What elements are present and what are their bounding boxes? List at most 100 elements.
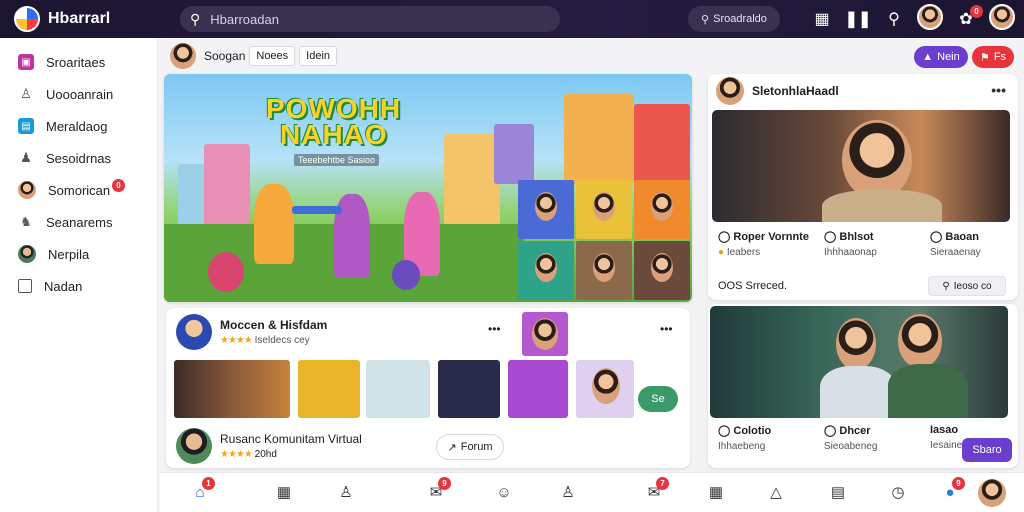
sidebar-item-label: Sroaritaes [46,54,106,70]
more-icon[interactable]: ••• [991,82,1006,98]
nav-badge: 9 [952,477,965,490]
messenger-icon[interactable]: ● 9 [940,477,965,503]
hero-tile[interactable] [576,180,632,239]
chip-1[interactable]: Idein [299,46,338,66]
rating-stars: ★★★★ [220,335,253,346]
stat-sub: Ihhhaaonap [824,247,877,258]
member-name[interactable]: Rusanc Komunitam Virtual [220,432,362,446]
more-icon[interactable]: ••• [660,322,673,336]
stat-title: Roper Vornnte [733,231,809,243]
post-stats: ◯ Colotio Ihhaebeng ◯ Dhcer Sieoabeneg I… [718,424,990,452]
media-thumb[interactable] [366,360,430,418]
avatar [917,3,943,30]
danger-button-label: Fs [993,51,1007,63]
hero-banner[interactable]: POWOHH NAHAO Teeebehtbe Sasioo [164,74,692,302]
media-thumb[interactable] [174,360,290,418]
media-thumb[interactable] [508,360,568,418]
sidebar-item-3[interactable]: ♟ Sesoidrnas [0,142,157,174]
hero-tile[interactable] [518,241,574,300]
bars-icon[interactable]: ❚❚ [840,9,876,29]
photo-icon[interactable]: △ [766,483,786,503]
tag-button[interactable]: ⚲ Ieoso co [928,276,1006,296]
media-thumb[interactable] [576,360,634,418]
stat-title: Bhlsot [839,231,874,243]
share-button[interactable]: Sbaro [962,438,1012,462]
inbox-icon[interactable]: ▤ [828,483,848,503]
media-thumb[interactable] [298,360,360,418]
app-title: Hbarrarl [48,10,111,27]
search-box[interactable]: ⚲ [180,6,560,32]
stat-1: ◯ Bhlsot Ihhhaaonap [824,230,930,258]
top-icons: ▦ ❚❚ ⚲ ✿ 0 [804,0,1020,38]
profile-icon[interactable]: ♙ [336,483,356,503]
sidebar-item-2[interactable]: ▤ Meraldaog [0,110,157,142]
danger-button[interactable]: ⚑ Fs [972,46,1014,68]
avatar [989,3,1015,30]
secondary-search-button[interactable]: ⚲ Sroadraldo [688,6,780,32]
stat-0: ◯ Colotio Ihhaebeng [718,424,824,452]
stat-1: ◯ Dhcer Sieoabeneg [824,424,930,452]
sidebar-item-6[interactable]: Nerpila [0,238,157,270]
sidebar-item-label: Meraldaog [46,118,108,134]
search-icon[interactable]: ⚲ [876,9,912,29]
subbar-user-name: Soogan [204,49,246,63]
user-icon[interactable]: ♙ [558,483,578,503]
search-input[interactable] [210,11,531,27]
top-bar: Hbarrarl ⚲ ⚲ Sroadraldo ▦ ❚❚ ⚲ ✿0 [0,0,1024,38]
notifications-icon[interactable]: ✿ 0 [948,5,984,29]
profile-name[interactable]: SletonhlaHaadl [752,84,839,98]
bookmark-icon [18,279,32,293]
home-icon[interactable]: ⌂ 1 [190,477,215,503]
profile-avatar-button[interactable] [912,3,948,35]
chip-0[interactable]: Noees [249,46,296,66]
clock-icon[interactable]: ◷ [888,483,908,503]
more-icon[interactable]: ••• [488,322,501,336]
hero-tile[interactable] [634,241,690,300]
group-title[interactable]: Moccen & Hisfdam [220,318,327,332]
hero-subtitle: Teeebehtbe Sasioo [294,154,380,166]
flag-icon: ⚑ [979,51,990,64]
hero-tile[interactable] [576,241,632,300]
avatar[interactable] [170,43,196,69]
avatar-icon [18,181,36,199]
group-action-button[interactable]: Se [638,386,678,412]
sidebar-item-5[interactable]: ♞ Seanarems [0,206,157,238]
app-logo[interactable] [14,6,40,32]
sidebar-item-7[interactable]: Nadan [0,270,157,302]
nav-badge: 7 [656,477,669,490]
stat-sub: Ieabers [726,247,761,258]
post-photo[interactable] [710,306,1008,418]
hero-tile[interactable] [634,180,690,239]
thumbs-up-icon: ▲ [922,51,934,63]
stat-sub: Sieraaenay [930,247,981,258]
forum-button[interactable]: ↗ Forum [436,434,504,460]
post-stats: ◯ Roper Vornnte ● Ieabers ◯ Bhlsot Ihhha… [718,230,1018,258]
store-icon[interactable]: ▦ [706,483,726,503]
sidebar-item-4[interactable]: Somorican 0 [0,174,157,206]
post-footer-text: OOS Srreced. [718,280,788,292]
profile-post-header: SletonhlaHaadl ••• [708,74,1018,108]
sidebar-item-1[interactable]: ♙ Uoooanrain [0,78,157,110]
stat-icon: ◯ [930,231,946,243]
notification-badge: 0 [970,5,983,18]
profile-avatar-button[interactable] [978,479,1006,507]
member-avatar[interactable] [176,428,212,464]
stat-sub: Sieoabeneg [824,441,878,452]
calendar-icon[interactable]: ▦ [274,483,294,503]
account-avatar-button[interactable] [984,3,1020,35]
avatar[interactable] [716,77,744,105]
stat-title: Colotio [733,425,772,437]
chat-icon[interactable]: ✉ 9 [426,477,451,503]
rating-stars: ★★★★ [220,449,253,460]
sidebar-item-0[interactable]: ▣ Sroaritaes [0,46,157,78]
sidebar-item-label: Sesoidrnas [46,150,112,166]
smile-icon[interactable]: ☺ [494,483,514,503]
grid-icon[interactable]: ▦ [804,9,840,29]
post-photo[interactable] [712,110,1010,222]
message-icon[interactable]: ✉ 7 [644,477,669,503]
hero-tile[interactable] [518,180,574,239]
media-thumb[interactable] [438,360,500,418]
featured-thumb[interactable] [522,312,568,356]
primary-button[interactable]: ▲ Nein [914,46,968,68]
group-avatar[interactable] [176,314,212,350]
